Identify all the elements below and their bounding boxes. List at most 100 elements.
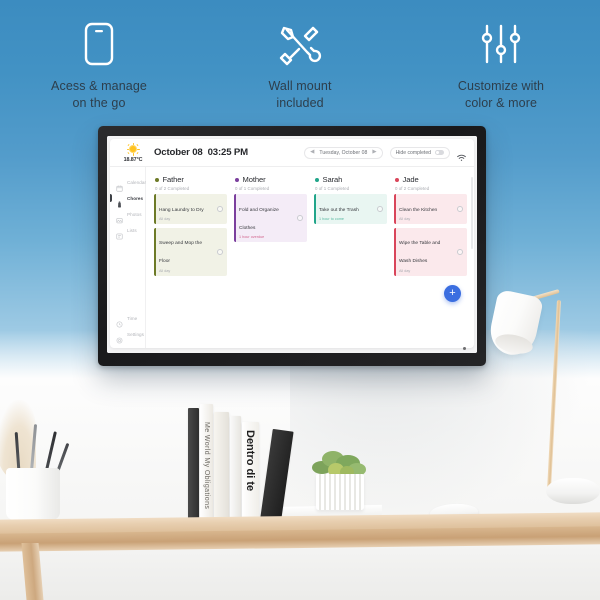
sun-icon xyxy=(126,142,140,156)
task-card[interactable]: Take out the Trash 1 hour to come xyxy=(314,194,387,225)
column-header: Jade xyxy=(394,175,467,184)
sidebar-item-lists[interactable]: Lists xyxy=(110,222,145,239)
sidebar-item-chores[interactable]: Chores xyxy=(110,190,145,207)
task-card[interactable]: Sweep and Mop the Floor All day xyxy=(154,227,227,277)
tools-icon xyxy=(233,20,368,68)
sidebar-label-chores: Chores xyxy=(127,195,144,201)
task-complete-checkbox[interactable] xyxy=(377,206,383,213)
sidebar-label-calendar: Calendar xyxy=(127,179,147,185)
task-card[interactable]: Fold and Organize Clothes 1 hour overdue xyxy=(234,194,307,243)
assignee-columns: Father 0 of 2 Completed Hang Laundry to … xyxy=(154,175,467,280)
chevron-right-icon[interactable]: ▶ xyxy=(372,149,376,156)
assignee-color-dot xyxy=(235,177,239,182)
app-body: Calendar Chores Photos Lists Time Settin… xyxy=(110,167,474,348)
sidebar-label-lists: Lists xyxy=(127,227,137,233)
feature-caption-line2: color & more xyxy=(464,95,538,110)
completion-count: 0 of 1 Completed xyxy=(315,185,350,191)
board-scrollbar[interactable] xyxy=(471,177,473,249)
assignee-name: Jade xyxy=(402,175,419,184)
task-meta: All day xyxy=(399,216,411,221)
wifi-icon[interactable] xyxy=(457,149,466,161)
task-title: Take out the Trash xyxy=(319,207,359,213)
assignee-name: Father xyxy=(162,175,184,184)
feature-caption-access: Acess & manage on the go xyxy=(32,78,167,111)
sidebar-item-photos[interactable]: Photos xyxy=(110,206,145,223)
photos-icon xyxy=(116,211,123,223)
task-title: Sweep and Mop the Floor xyxy=(159,241,203,265)
add-chore-button[interactable]: + xyxy=(444,285,461,302)
current-date: October 08 xyxy=(154,147,203,158)
feature-caption-customize: Customize with color & more xyxy=(434,78,569,111)
feature-caption-line1: Wall mount xyxy=(268,79,332,93)
task-meta: All day xyxy=(159,268,171,273)
sliders-icon xyxy=(434,20,569,68)
feature-item-wallmount: Wall mount included xyxy=(233,20,368,111)
hide-completed-toggle[interactable]: Hide completed xyxy=(389,146,450,159)
pen-holder xyxy=(6,468,60,520)
feature-item-customize: Customize with color & more xyxy=(434,20,569,111)
display-bezel: 18.87°C October 08 03:25 PM ◀ Tuesday, O… xyxy=(98,126,486,366)
sidebar-label-photos: Photos xyxy=(127,211,142,217)
date-navigator[interactable]: ◀ Tuesday, October 08 ▶ xyxy=(304,146,383,159)
column-father: Father 0 of 2 Completed Hang Laundry to … xyxy=(154,175,227,280)
task-title: Wipe the Table and Wash Dishes xyxy=(399,241,441,265)
completion-count: 0 of 2 Completed xyxy=(395,185,430,191)
column-header: Mother xyxy=(234,175,307,184)
assignee-color-dot xyxy=(395,177,399,182)
sidebar-item-calendar[interactable]: Calendar xyxy=(110,174,147,192)
clock-icon xyxy=(116,315,123,327)
floor xyxy=(0,545,600,600)
column-header: Father xyxy=(154,175,227,184)
book-title: Me World My Obligations xyxy=(203,422,210,510)
book-title: Dentro di te xyxy=(244,430,256,492)
task-card[interactable]: Clean the Kitchen All day xyxy=(394,194,467,225)
feature-caption-line1: Customize with xyxy=(457,79,545,93)
task-complete-checkbox[interactable] xyxy=(217,249,223,256)
app-sidebar: Calendar Chores Photos Lists Time Settin… xyxy=(110,167,146,348)
task-meta: All day xyxy=(159,216,171,221)
hide-completed-label: Hide completed xyxy=(395,149,431,156)
sidebar-label-settings: Settings xyxy=(127,331,144,337)
lists-icon xyxy=(116,227,123,239)
completion-count: 0 of 1 Completed xyxy=(235,185,270,191)
sidebar-item-settings[interactable]: Settings xyxy=(110,326,145,343)
task-complete-checkbox[interactable] xyxy=(297,215,303,222)
chores-board: Father 0 of 2 Completed Hang Laundry to … xyxy=(146,167,474,348)
task-complete-checkbox[interactable] xyxy=(217,206,223,213)
datetime-display: October 08 03:25 PM xyxy=(154,147,248,158)
chevron-left-icon[interactable]: ◀ xyxy=(310,149,314,156)
temperature-value: 18.87°C xyxy=(123,156,143,163)
task-meta: 1 hour overdue xyxy=(239,234,265,239)
task-complete-checkbox[interactable] xyxy=(457,206,463,213)
book-stack: Me World My Obligations Dentro di te xyxy=(186,402,306,523)
app-surface: 18.87°C October 08 03:25 PM ◀ Tuesday, O… xyxy=(110,139,474,348)
feature-caption-line1: Acess & manage xyxy=(51,79,147,93)
feature-caption-wallmount: Wall mount included xyxy=(233,78,368,111)
task-title: Clean the Kitchen xyxy=(399,207,438,213)
column-mother: Mother 0 of 1 Completed Fold and Organiz… xyxy=(234,175,307,246)
task-meta: All day xyxy=(399,268,411,273)
display-screen: 18.87°C October 08 03:25 PM ◀ Tuesday, O… xyxy=(107,136,477,353)
current-time: 03:25 PM xyxy=(207,147,249,158)
weather-widget[interactable]: 18.87°C xyxy=(116,142,150,163)
chores-icon xyxy=(116,195,123,207)
gear-icon xyxy=(116,331,123,343)
hide-completed-switch[interactable] xyxy=(435,150,444,155)
assignee-color-dot xyxy=(155,177,159,182)
feature-caption-line2: on the go xyxy=(72,95,126,110)
feature-highlights-row: Acess & manage on the go Wall mount incl… xyxy=(0,20,600,120)
task-complete-checkbox[interactable] xyxy=(457,249,463,256)
wall-mounted-smart-display: 18.87°C October 08 03:25 PM ◀ Tuesday, O… xyxy=(98,126,486,366)
task-card[interactable]: Hang Laundry to Dry All day xyxy=(154,194,227,225)
column-jade: Jade 0 of 2 Completed Clean the Kitchen … xyxy=(394,175,467,280)
task-card[interactable]: Wipe the Table and Wash Dishes All day xyxy=(394,227,467,277)
sidebar-item-time[interactable]: Time xyxy=(110,310,145,327)
assignee-name: Sarah xyxy=(322,175,343,184)
completion-count: 0 of 2 Completed xyxy=(155,185,190,191)
calendar-icon xyxy=(116,179,123,192)
feature-caption-line2: included xyxy=(276,95,324,110)
sidebar-label-time: Time xyxy=(127,315,138,321)
column-header: Sarah xyxy=(314,175,387,184)
header-controls: ◀ Tuesday, October 08 ▶ Hide completed xyxy=(304,146,466,161)
